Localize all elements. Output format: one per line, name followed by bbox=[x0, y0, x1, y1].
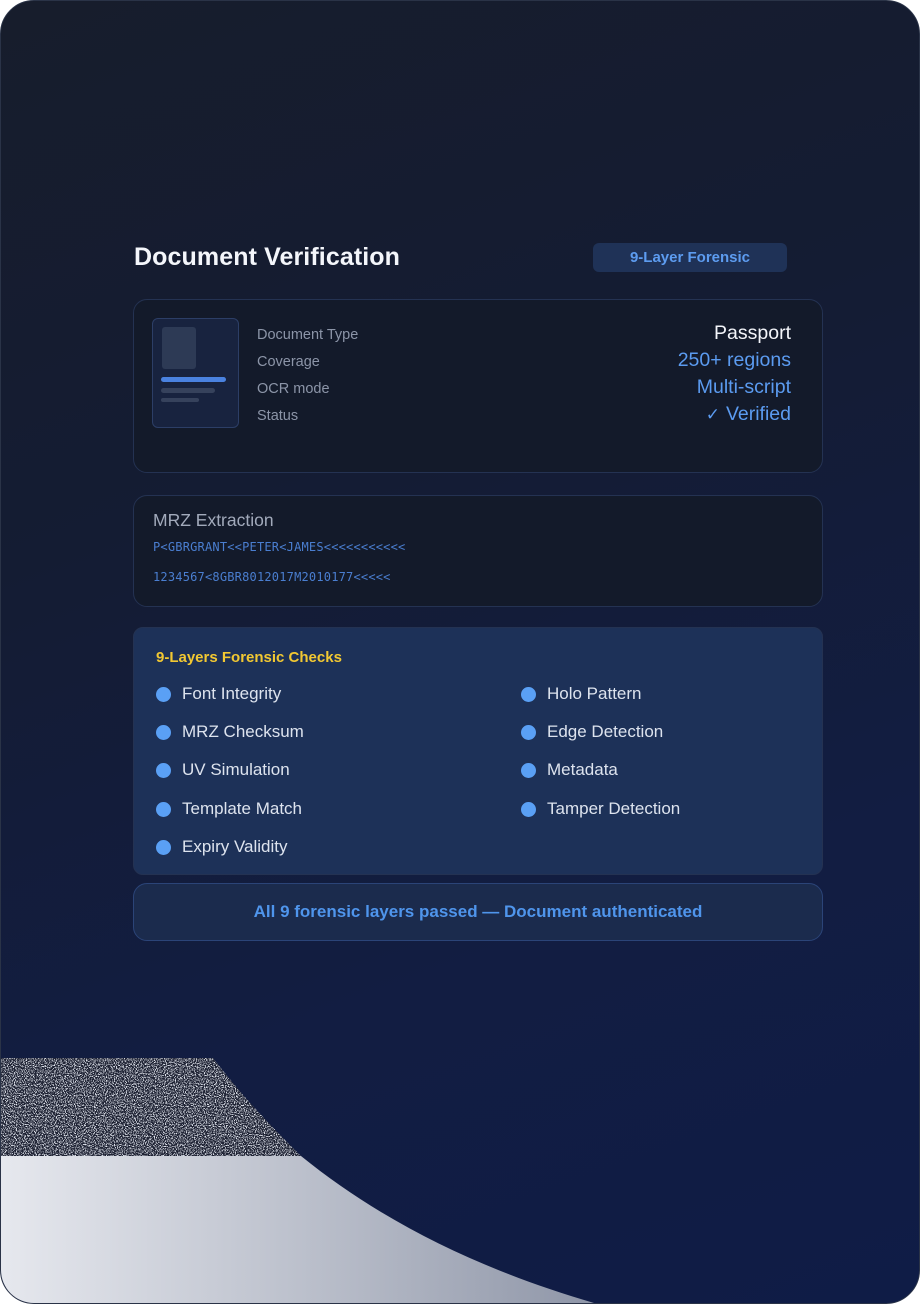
check-item: Expiry Validity bbox=[156, 837, 288, 857]
label-status: Status bbox=[257, 408, 299, 424]
value-ocr-mode: Multi-script bbox=[696, 376, 791, 398]
label-coverage: Coverage bbox=[257, 354, 320, 370]
status-dot-icon bbox=[156, 839, 171, 855]
status-dot-icon bbox=[156, 801, 171, 817]
document-field-labels: Document Type Coverage OCR mode Status bbox=[257, 326, 358, 434]
label-ocr-mode: OCR mode bbox=[257, 381, 330, 397]
status-dot-icon bbox=[521, 762, 536, 778]
check-item: Template Match bbox=[156, 799, 302, 819]
forensic-badge: 9-Layer Forensic bbox=[593, 243, 787, 272]
forensic-checks-card: 9-Layers Forensic Checks Font Integrity … bbox=[133, 627, 823, 875]
mrz-line-2: 1234567<8GBR8012017M2010177<<<<< bbox=[153, 570, 391, 584]
page-title: Document Verification bbox=[134, 243, 401, 271]
doc-line bbox=[161, 377, 226, 382]
mrz-card: MRZ Extraction P<GBRGRANT<<PETER<JAMES<<… bbox=[133, 495, 823, 607]
doc-line bbox=[161, 388, 215, 393]
check-item: Font Integrity bbox=[156, 684, 281, 704]
app-frame: Document Verification 9-Layer Forensic D… bbox=[0, 0, 920, 1304]
photo-placeholder bbox=[162, 327, 196, 369]
result-banner: All 9 forensic layers passed — Document … bbox=[133, 883, 823, 941]
mrz-line-1: P<GBRGRANT<<PETER<JAMES<<<<<<<<<<< bbox=[153, 540, 406, 554]
status-dot-icon bbox=[521, 686, 536, 702]
status-dot-icon bbox=[156, 762, 171, 778]
label-document-type: Document Type bbox=[257, 327, 359, 343]
header: Document Verification 9-Layer Forensic bbox=[133, 237, 823, 287]
doc-line bbox=[161, 398, 199, 402]
status-dot-icon bbox=[521, 724, 536, 740]
status-dot-icon bbox=[156, 686, 171, 702]
result-text: All 9 forensic layers passed — Document … bbox=[253, 902, 703, 921]
checks-title: 9-Layers Forensic Checks bbox=[156, 649, 342, 666]
status-dot-icon bbox=[156, 724, 171, 740]
check-icon: ✓ bbox=[705, 405, 720, 424]
check-item: MRZ Checksum bbox=[156, 722, 304, 742]
check-item: Holo Pattern bbox=[521, 684, 642, 704]
value-document-type: Passport bbox=[714, 322, 791, 344]
value-coverage: 250+ regions bbox=[677, 349, 791, 371]
check-item: UV Simulation bbox=[156, 760, 290, 780]
value-status: ✓ Verified bbox=[678, 403, 791, 430]
status-text: Verified bbox=[725, 403, 791, 425]
check-item: Metadata bbox=[521, 760, 618, 780]
document-field-values: Passport 250+ regions Multi-script ✓ Veri… bbox=[678, 322, 791, 430]
status-dot-icon bbox=[521, 801, 536, 817]
check-item: Tamper Detection bbox=[521, 799, 680, 819]
document-card: Document Type Coverage OCR mode Status P… bbox=[133, 299, 823, 473]
check-item: Edge Detection bbox=[521, 722, 663, 742]
passport-icon bbox=[152, 318, 239, 428]
mrz-title: MRZ Extraction bbox=[153, 510, 274, 530]
